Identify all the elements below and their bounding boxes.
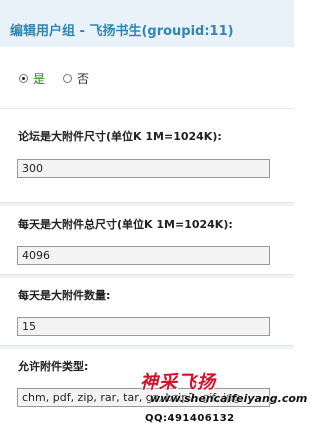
page-header: 编辑用户组 - 飞扬书生(groupid:11)	[0, 0, 294, 47]
daily-attachment-count-input[interactable]: 15	[17, 317, 270, 336]
daily-total-size-input[interactable]: 4096	[17, 246, 270, 265]
radio-no[interactable]	[63, 73, 73, 83]
radio-yes[interactable]	[19, 73, 28, 83]
divider	[0, 108, 294, 109]
radio-yes-label[interactable]: 是	[33, 70, 45, 87]
watermark-qq: QQ:491406132	[145, 413, 235, 424]
radio-no-label[interactable]: 否	[77, 70, 89, 87]
divider	[0, 274, 294, 278]
allowed-types-label: 允许附件类型:	[18, 360, 89, 373]
yes-no-radio-group: 是 否	[19, 69, 89, 87]
daily-attachment-count-label: 每天是大附件数量:	[18, 289, 111, 302]
watermark-brand: 神采飞扬	[140, 372, 216, 393]
daily-total-size-label: 每天是大附件总尺寸(单位K 1M=1024K):	[18, 218, 233, 231]
page-title: 编辑用户组 - 飞扬书生(groupid:11)	[10, 24, 234, 39]
divider	[0, 345, 294, 349]
divider	[0, 202, 294, 206]
max-attachment-size-label: 论坛是大附件尺寸(单位K 1M=1024K):	[18, 130, 222, 143]
watermark-url: www.shencaifeiyang.com	[150, 392, 308, 405]
max-attachment-size-input[interactable]: 300	[17, 159, 270, 178]
